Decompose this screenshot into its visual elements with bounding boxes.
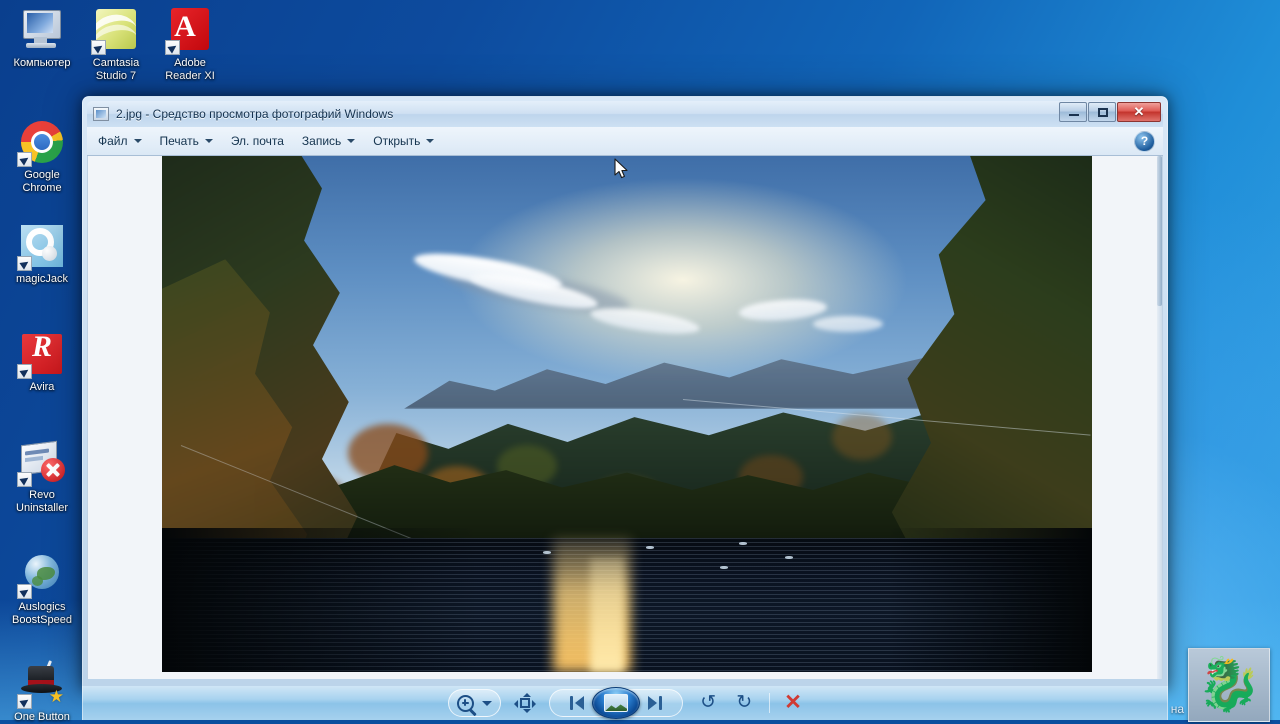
magicjack-icon — [17, 222, 66, 271]
shortcut-overlay-icon — [17, 256, 32, 271]
slideshow-button[interactable] — [592, 687, 641, 719]
menu-burn-label: Запись — [301, 134, 342, 148]
desktop-icon-google-chrome[interactable]: Google Chrome — [4, 118, 80, 194]
scrollbar-thumb[interactable] — [1157, 156, 1162, 306]
window-title-bar[interactable]: 2.jpg - Средство просмотра фотографий Wi… — [87, 101, 1163, 127]
chevron-down-icon — [426, 139, 435, 143]
desktop-icon-auslogics-boostspeed[interactable]: Auslogics BoostSpeed — [4, 550, 80, 626]
desktop-icon-camtasia[interactable]: Camtasia Studio 7 — [78, 6, 154, 82]
menu-file-label: Файл — [98, 134, 128, 148]
maximize-button[interactable] — [1088, 102, 1116, 122]
taskbar-partial-text: на — [1170, 702, 1184, 716]
desktop-icon-label: One Button — [14, 711, 70, 723]
desktop-icon-avira[interactable]: R Avira — [4, 330, 80, 394]
adobe-reader-icon: A — [165, 6, 214, 55]
photo-viewer-window: 2.jpg - Средство просмотра фотографий Wi… — [82, 96, 1168, 690]
next-icon — [648, 696, 663, 710]
delete-icon: ✕ — [784, 691, 802, 714]
navigation-group — [549, 687, 684, 719]
window-controls: ✕ — [1059, 102, 1161, 122]
vertical-scrollbar[interactable] — [1157, 156, 1162, 679]
desktop-icon-revo-uninstaller[interactable]: Revo Uninstaller — [4, 438, 80, 514]
delete-button[interactable]: ✕ — [784, 692, 802, 714]
desktop-icon-computer[interactable]: Компьютер — [4, 6, 80, 70]
photo-image — [162, 156, 1092, 672]
auslogics-boostspeed-icon — [17, 550, 66, 599]
chevron-down-icon — [133, 139, 142, 143]
camtasia-studio-icon — [91, 6, 140, 55]
shortcut-overlay-icon — [17, 472, 32, 487]
menu-open-label: Открыть — [373, 134, 421, 148]
photo-viewer-icon — [93, 107, 109, 121]
desktop-icon-label: Camtasia Studio 7 — [92, 57, 140, 82]
desktop-icon-label: Revo Uninstaller — [16, 489, 68, 514]
fit-to-window-button[interactable] — [514, 693, 537, 713]
shortcut-overlay-icon — [17, 364, 32, 379]
close-icon: ✕ — [1133, 104, 1145, 119]
help-icon[interactable]: ? — [1134, 131, 1155, 152]
one-button-icon: ★ — [17, 660, 66, 709]
image-canvas — [87, 156, 1163, 679]
rotate-left-button[interactable]: ↺ — [697, 692, 719, 714]
menu-email-label: Эл. почта — [230, 134, 284, 148]
revo-uninstaller-icon — [17, 438, 66, 487]
zoom-control[interactable] — [448, 689, 502, 717]
desktop-icon-one-button[interactable]: ★ One Button — [4, 660, 80, 724]
shortcut-overlay-icon — [165, 40, 180, 55]
rotate-right-button[interactable]: ↻ — [733, 692, 755, 714]
desktop-icon-label: magicJack — [16, 273, 68, 285]
shortcut-overlay-icon — [17, 152, 32, 167]
chevron-down-icon — [347, 139, 356, 143]
shortcut-overlay-icon — [17, 584, 32, 599]
viewer-toolbar: Файл Печать Эл. почта Запись Открыть ? — [87, 127, 1163, 156]
desktop-icon-label: Google Chrome — [22, 169, 62, 194]
close-button[interactable]: ✕ — [1117, 102, 1161, 122]
menu-email[interactable]: Эл. почта — [224, 130, 291, 152]
google-chrome-icon — [17, 118, 66, 167]
menu-file[interactable]: Файл — [91, 130, 149, 152]
avira-icon: R — [17, 330, 66, 379]
rotate-left-icon: ↺ — [700, 692, 717, 713]
fit-to-window-icon — [514, 693, 537, 713]
zoom-magnifier-icon — [457, 694, 475, 712]
shortcut-overlay-icon — [91, 40, 106, 55]
menu-open[interactable]: Открыть — [366, 130, 441, 152]
rotate-right-icon: ↻ — [736, 692, 753, 713]
menu-burn[interactable]: Запись — [295, 130, 362, 152]
dragon-gadget[interactable]: 🐉 — [1188, 648, 1270, 722]
toolbar-divider — [769, 693, 771, 713]
chevron-down-icon — [204, 139, 213, 143]
menu-print[interactable]: Печать — [153, 130, 220, 152]
minimize-button[interactable] — [1059, 102, 1087, 122]
viewer-control-bar: ↺ ↻ ✕ — [82, 686, 1168, 720]
chevron-down-icon — [482, 700, 493, 706]
dragon-icon: 🐉 — [1196, 656, 1262, 714]
menu-print-label: Печать — [159, 134, 199, 148]
window-title: 2.jpg - Средство просмотра фотографий Wi… — [116, 107, 394, 121]
desktop-icon-adobe-reader[interactable]: A Adobe Reader XI — [152, 6, 228, 82]
previous-icon — [570, 696, 585, 710]
desktop-icon-label: Компьютер — [13, 57, 71, 69]
slideshow-icon — [604, 694, 629, 712]
desktop-icon-magicjack[interactable]: magicJack — [4, 222, 80, 286]
desktop-icon-label: Auslogics BoostSpeed — [12, 601, 72, 626]
shortcut-overlay-icon — [17, 694, 32, 709]
desktop-icon-label: Adobe Reader XI — [165, 57, 215, 82]
computer-icon — [18, 6, 66, 54]
desktop-icon-label: Avira — [29, 381, 55, 393]
